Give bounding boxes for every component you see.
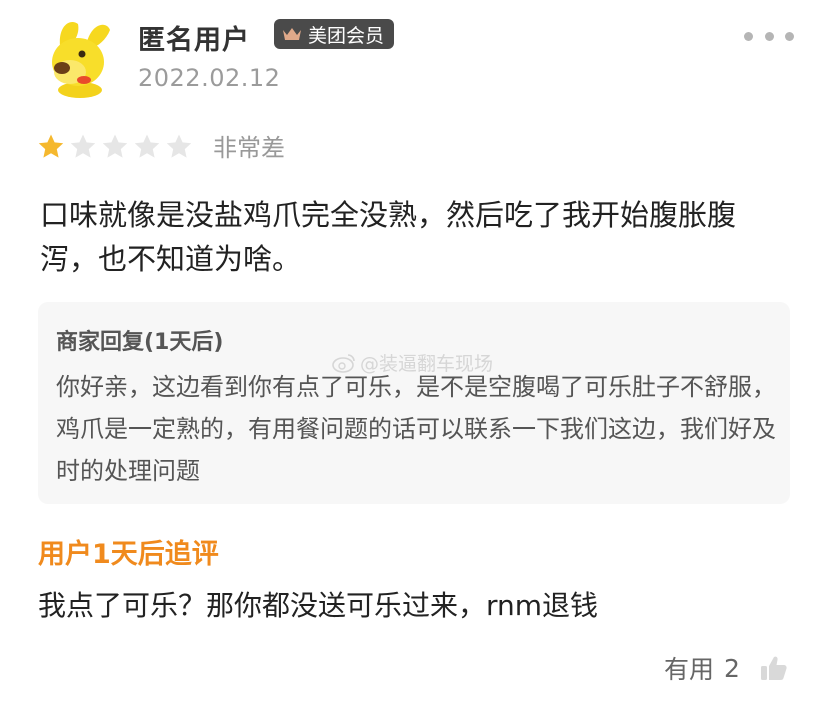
rating: 非常差 [37,128,285,163]
member-badge: 美团会员 [274,19,395,49]
more-dot-icon [785,31,794,41]
avatar[interactable] [40,16,118,100]
star-empty-icon [69,133,97,159]
review-date: 2022.02.12 [138,64,281,92]
helpful-label: 有用 [664,655,715,684]
username: 匿名用户 [138,25,250,56]
more-dot-icon [764,31,774,41]
merchant-reply-text: 你好亲，这边看到你有点了可乐，是不是空腹喝了可乐肚子不舒服，鸡爪是一定熟的，有用… [56,373,776,485]
watermark: @装逼翻车现场 [332,349,493,376]
merchant-reply: 商家回复(1天后) 你好亲，这边看到你有点了可乐，是不是空腹喝了可乐肚子不舒服，… [38,302,790,504]
helpful-count: 2 [724,653,740,683]
more-options-button[interactable] [744,26,794,46]
review-text: 口味就像是没盐鸡爪完全没熟，然后吃了我开始腹胀腹泻，也不知道为啥。 [40,198,737,276]
member-badge-label: 美团会员 [308,24,385,47]
star-empty-icon [165,133,193,159]
watermark-text: @装逼翻车现场 [360,353,494,375]
weibo-icon [332,353,356,373]
merchant-reply-title: 商家回复(1天后) [56,330,224,355]
dog-avatar-icon [52,22,110,98]
helpful-button[interactable]: 有用 2 [664,650,788,686]
followup-text: 我点了可乐？那你都没送可乐过来，rnm退钱 [38,589,599,622]
star-rating [37,133,193,159]
star-filled-icon [37,133,65,159]
more-dot-icon [744,31,753,41]
crown-icon [282,26,302,42]
star-empty-icon [133,133,161,159]
followup-title: 用户1天后追评 [38,539,219,570]
thumbs-up-icon [760,655,788,681]
rating-label: 非常差 [213,134,285,162]
star-empty-icon [101,133,129,159]
